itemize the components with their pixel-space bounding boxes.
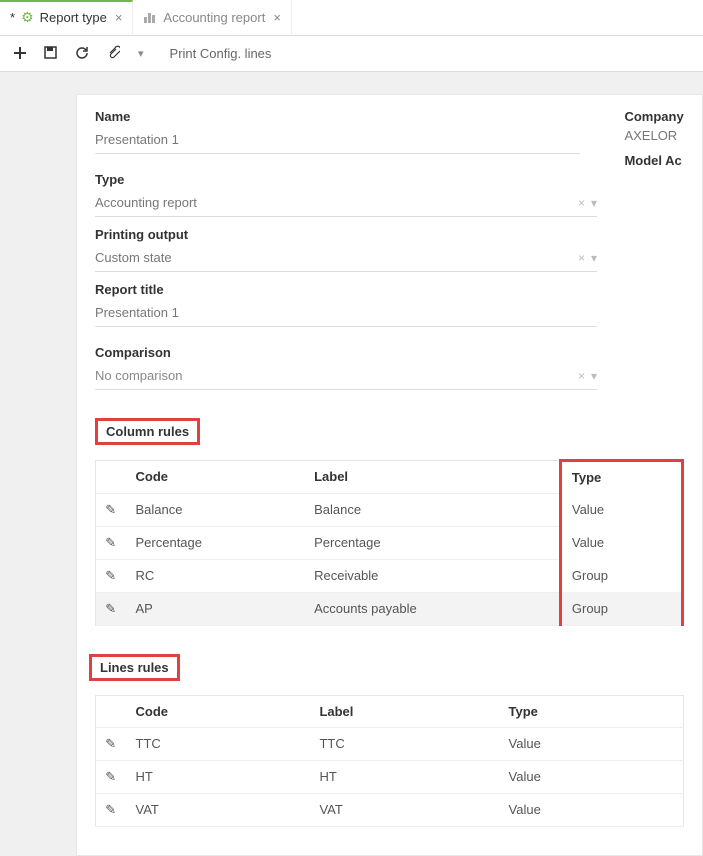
new-button[interactable] (14, 46, 26, 62)
save-button[interactable] (44, 46, 57, 62)
comparison-select[interactable]: No comparison ×▾ (95, 364, 597, 390)
edit-icon[interactable]: ✎ (105, 769, 116, 784)
clear-icon[interactable]: × (578, 196, 585, 210)
th-label: Label (309, 695, 498, 727)
clear-icon[interactable]: × (578, 369, 585, 383)
toolbar: ▾ Print Config. lines (0, 36, 703, 72)
close-icon[interactable]: × (273, 10, 281, 25)
chart-icon (143, 10, 157, 26)
field-name: Name Presentation 1 (77, 109, 598, 154)
company-value: AXELOR (624, 128, 702, 153)
edit-icon[interactable]: ✎ (105, 802, 116, 817)
gear-icon: ⚙ (21, 9, 34, 26)
tab-bar: * ⚙ Report type × Accounting report × (0, 0, 703, 36)
table-row: ✎ Percentage Percentage Value (96, 526, 683, 559)
field-comparison: Comparison No comparison ×▾ (77, 345, 615, 390)
table-row: ✎ RC Receivable Group (96, 559, 683, 592)
close-icon[interactable]: × (115, 10, 123, 25)
tab-label: Accounting report (163, 10, 265, 25)
th-label: Label (304, 461, 560, 494)
section-title-lines: Lines rules (89, 654, 180, 681)
model-label: Model Ac (624, 153, 702, 168)
edit-icon[interactable]: ✎ (105, 502, 116, 517)
field-report-title: Report title Presentation 1 (77, 282, 615, 327)
title-input[interactable]: Presentation 1 (95, 301, 597, 327)
column-rules-section: Column rules Code Label Type ✎ Balance B… (77, 412, 702, 626)
lines-rules-section: Lines rules Code Label Type ✎ TTC TTC Va… (77, 648, 702, 827)
tab-report-type[interactable]: * ⚙ Report type × (0, 0, 133, 35)
table-row: ✎ VAT VAT Value (96, 793, 684, 826)
company-label: Company (624, 109, 702, 124)
print-config-button[interactable]: Print Config. lines (170, 46, 272, 61)
section-title-columns: Column rules (95, 418, 200, 445)
title-label: Report title (95, 282, 597, 297)
edit-icon[interactable]: ✎ (105, 535, 116, 550)
th-code: Code (126, 461, 305, 494)
chevron-down-icon[interactable]: ▾ (591, 251, 597, 265)
table-row: ✎ Balance Balance Value (96, 493, 683, 526)
th-code: Code (126, 695, 310, 727)
name-label: Name (95, 109, 580, 124)
lines-rules-table: Code Label Type ✎ TTC TTC Value ✎ HT HT … (95, 695, 684, 827)
field-printing-output: Printing output Custom state ×▾ (77, 227, 615, 272)
name-input[interactable]: Presentation 1 (95, 128, 580, 154)
comparison-label: Comparison (95, 345, 597, 360)
attach-button[interactable] (106, 45, 120, 62)
table-row: ✎ TTC TTC Value (96, 727, 684, 760)
clear-icon[interactable]: × (578, 251, 585, 265)
table-row: ✎ HT HT Value (96, 760, 684, 793)
edit-icon[interactable]: ✎ (105, 736, 116, 751)
th-type: Type (560, 461, 682, 494)
form-card: Name Presentation 1 Company AXELOR Model… (76, 94, 703, 856)
printing-label: Printing output (95, 227, 597, 242)
modified-marker: * (10, 10, 15, 25)
tab-label: Report type (40, 10, 107, 25)
table-row: ✎ AP Accounts payable Group (96, 592, 683, 625)
th-type: Type (499, 695, 684, 727)
edit-icon[interactable]: ✎ (105, 568, 116, 583)
type-label: Type (95, 172, 597, 187)
printing-select[interactable]: Custom state ×▾ (95, 246, 597, 272)
edit-icon[interactable]: ✎ (105, 601, 116, 616)
field-type: Type Accounting report ×▾ (77, 172, 615, 217)
column-rules-table: Code Label Type ✎ Balance Balance Value … (95, 459, 684, 626)
tab-accounting-report[interactable]: Accounting report × (133, 0, 292, 35)
refresh-button[interactable] (75, 46, 88, 62)
type-select[interactable]: Accounting report ×▾ (95, 191, 597, 217)
chevron-down-icon[interactable]: ▾ (138, 47, 144, 60)
chevron-down-icon[interactable]: ▾ (591, 369, 597, 383)
chevron-down-icon[interactable]: ▾ (591, 196, 597, 210)
